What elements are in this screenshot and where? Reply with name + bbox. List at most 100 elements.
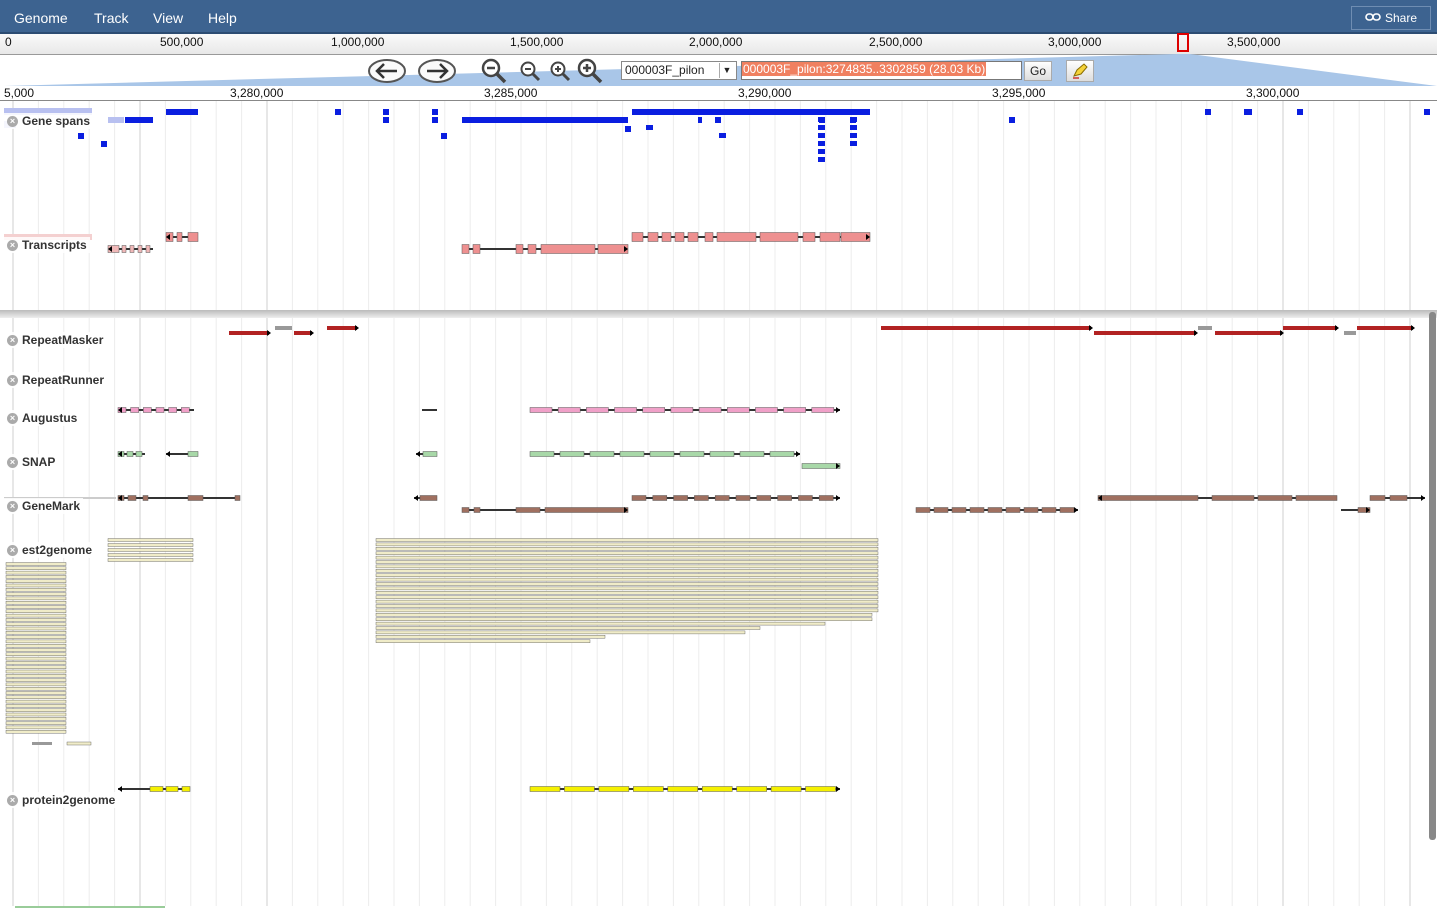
genemark-gene-exon[interactable] [1041,507,1057,513]
est-alignment[interactable] [5,605,67,609]
repeat-feature[interactable] [1094,331,1196,335]
est-alignment[interactable] [375,551,879,555]
go-button[interactable]: Go [1024,61,1052,81]
repeat-feature[interactable] [294,331,312,335]
est-alignment[interactable] [5,639,67,644]
est-alignment[interactable] [5,618,67,622]
augustus-gene-exon[interactable] [181,407,190,413]
snap-gene-exon[interactable] [649,451,675,457]
repeat-strand-arrow[interactable] [1194,330,1198,336]
gene-span[interactable] [78,133,84,139]
pan-left-button[interactable] [366,57,408,85]
snap-gene-exon[interactable] [679,451,705,457]
genemark-gene-strand-arrow[interactable] [1074,507,1078,513]
gene-span[interactable] [715,117,721,123]
augustus-gene-exon[interactable] [614,407,637,413]
est-alignment[interactable] [5,699,67,704]
gene-span[interactable] [166,109,198,115]
genemark-gene-exon[interactable] [1097,495,1199,501]
gene-span[interactable] [1244,109,1252,115]
repeat-strand-arrow[interactable] [1089,325,1093,331]
genemark-gene-exon[interactable] [673,495,688,501]
protein-alignment-exon[interactable] [564,786,595,792]
gene-span[interactable] [432,117,438,123]
est-alignment[interactable] [375,564,879,569]
est-alignment[interactable] [5,588,67,592]
menu-track[interactable]: Track [94,10,128,26]
est-alignment[interactable] [5,674,67,678]
protein-alignment-exon[interactable] [598,786,630,792]
vertical-scrollbar[interactable] [1429,312,1436,840]
genemark-gene-exon[interactable] [714,495,730,501]
genemark-gene-exon[interactable] [694,495,709,501]
est-alignment[interactable] [5,596,67,601]
gene-span[interactable] [383,109,389,115]
repeat-feature[interactable] [1283,326,1337,330]
augustus-gene-exon[interactable] [783,407,806,413]
est-alignment[interactable] [375,591,879,595]
est-alignment[interactable] [5,622,67,626]
close-icon[interactable]: × [7,115,18,127]
protein-alignment-exon[interactable] [736,786,767,792]
est-alignment[interactable] [5,730,67,734]
est-alignment[interactable] [375,542,879,547]
est-alignment[interactable] [375,573,879,577]
close-icon[interactable]: × [7,544,18,556]
est-alignment[interactable] [375,582,879,586]
est-alignment[interactable] [5,566,67,570]
gene-span[interactable] [101,141,107,147]
close-icon[interactable]: × [7,794,18,806]
genemark-gene-exon[interactable] [987,507,1003,513]
gene-span-faded[interactable] [108,117,124,123]
gene-span[interactable] [850,133,857,138]
share-button[interactable]: Share [1351,6,1431,30]
track-label-est2genome[interactable]: × est2genome [4,542,96,558]
genemark-gene-exon[interactable] [1211,495,1255,501]
protein-alignment-strand-arrow[interactable] [118,786,122,792]
est-alignment[interactable] [5,665,67,669]
gene-span[interactable] [818,133,825,138]
snap-gene-strand-arrow[interactable] [416,451,420,457]
est-alignment[interactable] [375,586,879,591]
est-alignment[interactable] [5,652,67,656]
genemark-gene-exon[interactable] [631,495,647,501]
genemark-gene-exon[interactable] [1005,507,1021,513]
est-alignment[interactable] [5,631,67,635]
genemark-gene-exon[interactable] [473,507,481,513]
est-alignment[interactable] [375,560,879,564]
est-alignment[interactable] [5,592,67,596]
close-icon[interactable]: × [7,334,18,346]
augustus-gene-exon[interactable] [130,407,139,413]
menu-help[interactable]: Help [208,10,237,26]
est-alignment[interactable] [375,555,879,560]
genemark-gene-exon[interactable] [187,495,204,501]
snap-gene-exon[interactable] [422,451,438,457]
overview-viewport-marker[interactable] [1177,33,1189,52]
gene-span[interactable] [719,133,726,138]
est-alignment[interactable] [375,639,591,643]
snap-gene-exon[interactable] [187,451,199,457]
augustus-gene-exon[interactable] [698,407,722,413]
gene-span[interactable] [1424,109,1430,115]
repeat-feature[interactable] [1357,326,1413,330]
gene-span[interactable] [1009,117,1015,123]
gene-span[interactable] [462,117,628,123]
genemark-gene-exon[interactable] [951,507,967,513]
track-label-snap[interactable]: × SNAP [4,454,59,470]
est-alignment[interactable] [375,626,761,630]
est-alignment[interactable] [5,656,67,661]
est-alignment[interactable] [5,695,67,699]
genemark-gene-strand-arrow[interactable] [836,495,840,501]
est-alignment[interactable] [375,617,873,621]
est-alignment[interactable] [107,558,194,562]
est-alignment[interactable] [5,626,67,631]
est-alignment[interactable] [375,538,879,542]
transcript-exon[interactable] [527,244,537,254]
snap-gene-exon[interactable] [801,463,841,469]
augustus-gene-exon[interactable] [529,407,553,413]
est-alignment[interactable] [5,712,67,717]
est-alignment[interactable] [5,725,67,730]
protein-alignment-exon[interactable] [770,786,802,792]
gene-span[interactable] [1297,109,1303,115]
est-alignment[interactable] [5,678,67,682]
